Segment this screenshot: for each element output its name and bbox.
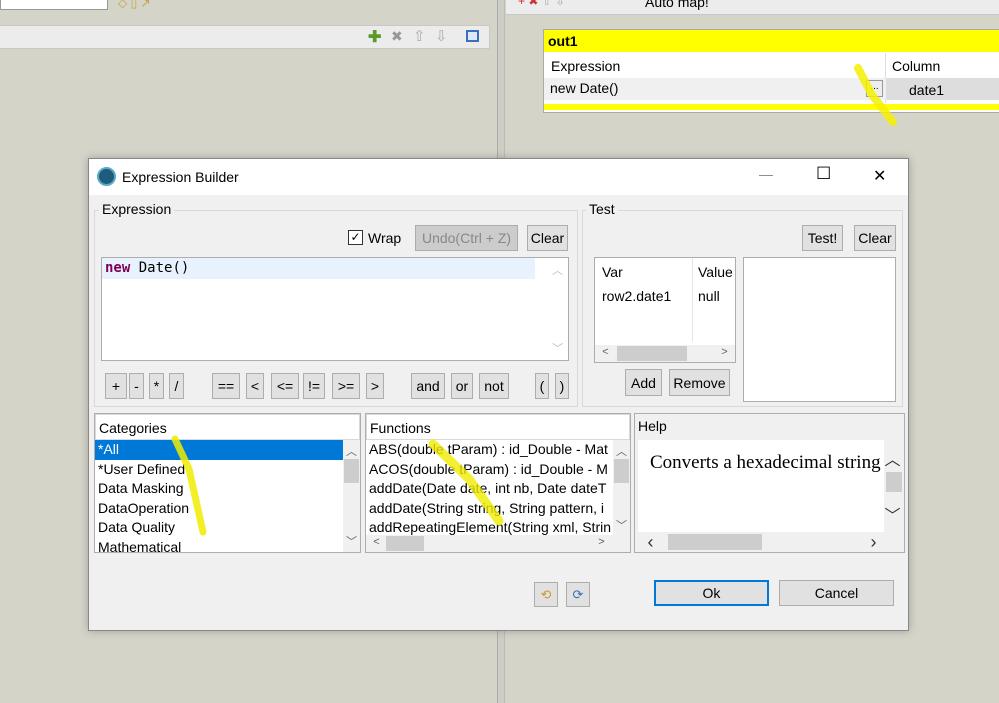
expression-builder-dialog: Expression Builder — ☐ ✕ Expression ✓ Wr…: [88, 158, 909, 631]
dialog-highlighter-annotations: [171, 435, 504, 536]
